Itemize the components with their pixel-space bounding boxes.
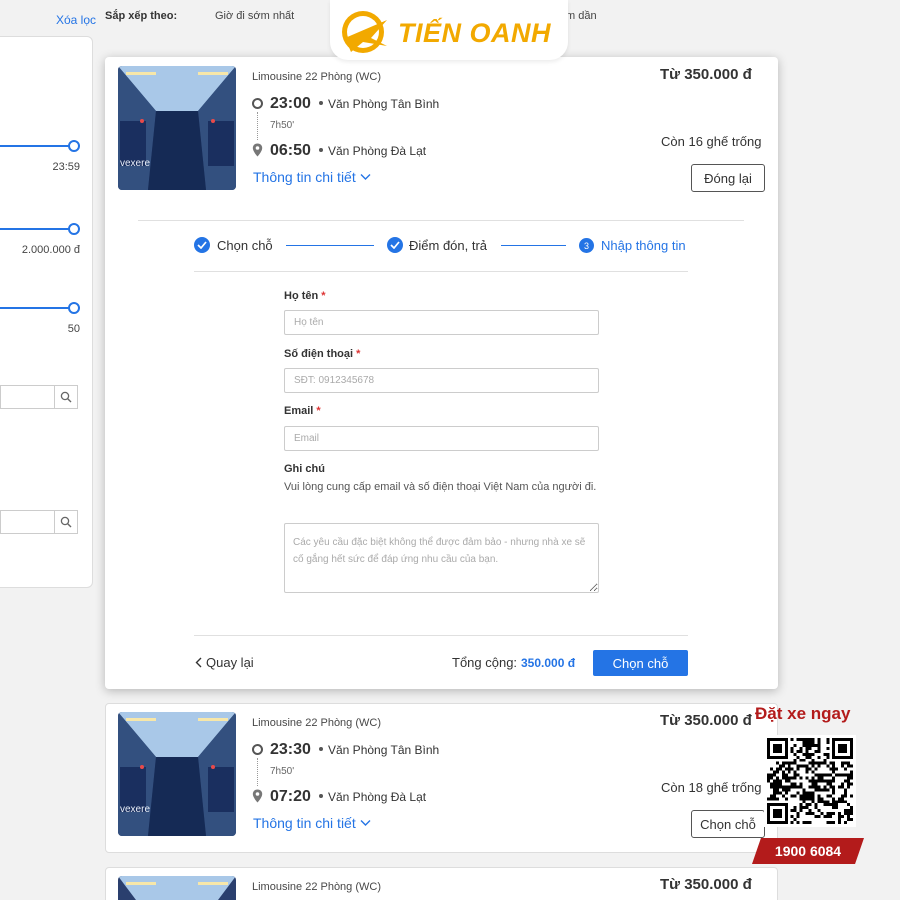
bus-type: Limousine 22 Phòng (WC) [252,881,382,893]
brand-name: TIẾN OANH [398,18,551,48]
chevron-down-icon [360,820,371,826]
route-line [257,758,258,786]
close-details-button[interactable]: Đóng lại [691,164,765,192]
phone-label: Số điện thoại * [284,348,361,360]
depart-place: Văn Phòng Tân Bình [328,97,440,111]
total-label: Tổng cộng: [452,655,518,670]
image-watermark: vexere [120,158,150,169]
trip-price: Từ 350.000 đ [660,876,752,893]
seats-slider-value: 50 [67,323,80,335]
name-input[interactable] [284,310,599,335]
image-watermark: vexere [120,804,150,815]
filter-panel [0,36,93,588]
back-link-label: Quay lại [206,655,254,670]
bus-interior-image: vexere [118,712,236,836]
qr-code-icon [767,738,853,824]
depart-time: 23:00 [270,95,311,112]
detail-link[interactable]: Thông tin chi tiết [253,169,371,185]
pickup-search-input[interactable] [0,385,54,409]
total-value: 350.000 đ [521,656,576,670]
depart-place: Văn Phòng Tân Bình [328,743,440,757]
arrive-time: 07:20 [270,788,311,805]
bullet-icon [319,148,323,152]
dropoff-search-input[interactable] [0,510,54,534]
note-hint: Vui lòng cung cấp email và số điện thoại… [284,481,597,493]
seats-slider-handle[interactable] [68,302,80,314]
sort-label: Sắp xếp theo: [105,10,178,22]
select-seat-button[interactable]: Chọn chỗ [691,810,765,838]
arrive-place: Văn Phòng Đà Lạt [328,790,427,804]
bus-type: Limousine 22 Phòng (WC) [252,717,382,729]
bullet-icon [319,794,323,798]
time-slider-track[interactable] [0,145,74,147]
step-connector [501,245,566,246]
price-slider-track[interactable] [0,228,74,230]
search-icon [60,391,72,403]
qr-code[interactable] [764,735,856,827]
note-textarea[interactable] [284,523,599,593]
detail-link[interactable]: Thông tin chi tiết [253,815,371,831]
check-icon [197,241,207,249]
back-link[interactable]: Quay lại [195,655,254,670]
bullet-icon [319,747,323,751]
price-slider-value: 2.000.000 đ [21,244,80,256]
bus-interior-image: vexere [118,66,236,190]
seats-available: Còn 16 ghế trống [661,134,762,149]
time-slider-handle[interactable] [68,140,80,152]
depart-time: 23:30 [270,741,311,758]
hotline-badge[interactable]: 1900 6084 [752,838,864,864]
step-2-label[interactable]: Điểm đón, trả [409,238,487,253]
divider [194,635,688,636]
divider [138,220,744,221]
detail-link-label: Thông tin chi tiết [253,169,356,185]
map-pin-icon [252,789,263,803]
time-slider-value: 23:59 [52,161,80,173]
detail-link-label: Thông tin chi tiết [253,815,356,831]
note-label: Ghi chú [284,463,325,475]
bullet-icon [319,101,323,105]
check-icon [390,241,400,249]
clear-filter-link[interactable]: Xóa lọc [56,13,96,27]
select-seat-button[interactable]: Chọn chỗ [593,650,688,676]
step-connector [286,245,374,246]
arrive-time: 06:50 [270,142,311,159]
seats-slider-track[interactable] [0,307,74,309]
search-icon [60,516,72,528]
route-line [257,112,258,140]
sort-option-earliest[interactable]: Giờ đi sớm nhất [215,10,294,22]
step-1-check [194,237,210,253]
pickup-search-button[interactable] [54,385,78,409]
trip-price: Từ 350.000 đ [660,66,752,83]
bus-type: Limousine 22 Phòng (WC) [252,71,382,83]
chevron-left-icon [195,657,202,668]
trip-duration: 7h50' [270,766,295,777]
step-3-number: 3 [579,238,594,253]
email-label: Email * [284,405,321,417]
depart-dot-icon [252,744,263,755]
step-1-label[interactable]: Chọn chỗ [217,238,273,253]
step-2-check [387,237,403,253]
arrive-place: Văn Phòng Đà Lạt [328,144,427,158]
sort-option-partial[interactable]: m dần [566,10,597,22]
email-input[interactable] [284,426,599,451]
trip-price: Từ 350.000 đ [660,712,752,729]
phone-input[interactable] [284,368,599,393]
map-pin-icon [252,143,263,157]
bus-interior-image [118,876,236,900]
seats-available: Còn 18 ghế trống [661,780,762,795]
name-label: Họ tên * [284,290,326,302]
step-3-label: Nhập thông tin [601,238,686,253]
chevron-down-icon [360,174,371,180]
trip-duration: 7h50' [270,120,295,131]
promo-title: Đặt xe ngay [755,704,851,723]
brand-logo-icon [342,11,387,53]
dropoff-search-button[interactable] [54,510,78,534]
divider [194,271,688,272]
price-slider-handle[interactable] [68,223,80,235]
depart-dot-icon [252,98,263,109]
